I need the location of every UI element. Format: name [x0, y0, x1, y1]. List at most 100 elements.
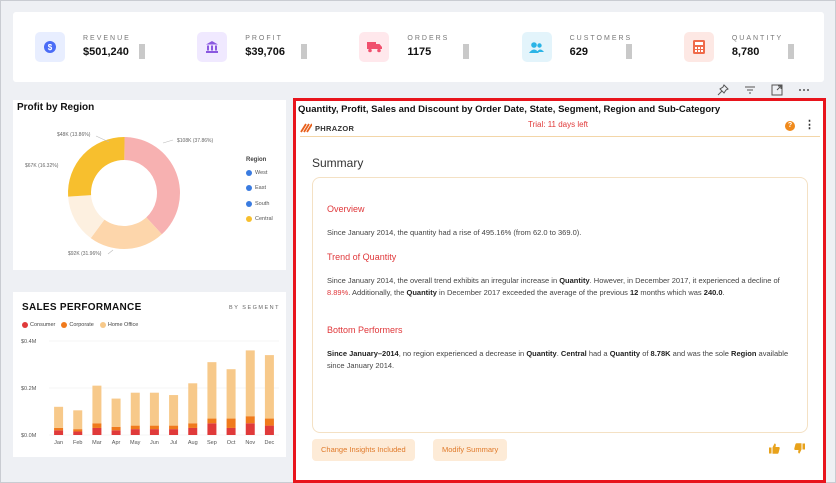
kpi-value: 8,780 [731, 46, 760, 58]
bar-segment-consumer[interactable] [149, 429, 159, 435]
bank-icon [197, 32, 228, 62]
bar-segment-home-office[interactable] [130, 392, 140, 426]
bar-segment-corporate[interactable] [207, 418, 217, 424]
y-tick-label: $0.2M [21, 386, 37, 392]
legend-item-south[interactable]: South [246, 201, 269, 207]
legend-item-west[interactable]: West [246, 170, 267, 176]
summary-heading: Summary [312, 156, 364, 170]
bar-segment-consumer[interactable] [111, 430, 121, 435]
insight-box: Overview Since January 2014, the quantit… [312, 177, 808, 433]
bar-segment-corporate[interactable] [111, 426, 121, 431]
bar-segment-home-office[interactable] [188, 383, 198, 424]
sales-performance-chart: $0.0M $0.2M $0.4M Jan Feb Mar Apr May Jun Jul Aug S… [21, 339, 279, 446]
filter-icon[interactable] [743, 83, 757, 97]
trend-text: Since January 2014, the overall trend ex… [327, 276, 780, 297]
donut-data-label: $67K (16.32%) [25, 163, 59, 169]
donut-slice-central[interactable] [68, 137, 125, 197]
legend-dot [246, 216, 252, 222]
profit-by-region-card: Profit by Region $108K (37.86%) $92K (31.… [13, 100, 286, 270]
legend-dot [246, 170, 252, 176]
svg-text:$: $ [48, 43, 53, 52]
bar-segment-consumer[interactable] [188, 427, 198, 435]
bar-segment-home-office[interactable] [207, 362, 217, 419]
legend-item-east[interactable]: East [246, 185, 266, 191]
bar-segment-corporate[interactable] [245, 416, 255, 424]
bar-segment-consumer[interactable] [169, 429, 179, 435]
pin-icon[interactable] [716, 83, 730, 97]
visual-toolbar [716, 82, 811, 98]
kpi-sparkbar [301, 44, 308, 59]
x-tick-label: Mar [92, 440, 102, 446]
bar-segment-home-office[interactable] [264, 355, 274, 419]
kpi-sparkbar [787, 44, 794, 59]
bar-segment-consumer[interactable] [226, 427, 236, 435]
legend-title: Region [246, 157, 267, 163]
bar-segment-consumer[interactable] [73, 431, 83, 435]
users-icon [521, 32, 552, 62]
overview-title: Overview [327, 204, 365, 214]
bar-segment-corporate[interactable] [226, 418, 236, 428]
kpi-label: CUSTOMERS [569, 35, 633, 42]
phrazor-logo-icon [300, 123, 312, 133]
kpi-orders: ORDERS 1175 [337, 12, 499, 82]
bar-segment-consumer[interactable] [245, 423, 255, 435]
donut-slice-west[interactable] [124, 137, 181, 235]
x-tick-label: May [130, 440, 141, 446]
y-tick-label: $0.0M [21, 433, 37, 439]
kpi-revenue: $ REVENUE $501,240 [13, 12, 175, 82]
bar-segment-corporate[interactable] [130, 425, 140, 430]
bar-segment-corporate[interactable] [149, 425, 159, 430]
focus-mode-icon[interactable] [770, 83, 784, 97]
bar-segment-consumer[interactable] [92, 427, 102, 435]
kpi-profit: PROFIT $39,706 [175, 12, 337, 82]
donut-data-label: $48K (13.86%) [57, 132, 91, 138]
x-tick-label: Aug [188, 440, 198, 446]
x-tick-label: Apr [112, 440, 121, 446]
bar-segment-consumer[interactable] [207, 423, 217, 435]
kpi-quantity: QUANTITY 8,780 [662, 12, 824, 82]
change-insights-button[interactable]: Change Insights Included [312, 439, 415, 461]
bar-segment-corporate[interactable] [264, 418, 274, 426]
bar-segment-home-office[interactable] [169, 395, 179, 426]
donut-leader-line [95, 135, 110, 143]
modify-summary-button[interactable]: Modify Summary [433, 439, 508, 461]
y-tick-label: $0.4M [21, 339, 37, 345]
more-options-icon[interactable] [797, 83, 811, 97]
kpi-label: QUANTITY [731, 35, 784, 42]
bar-segment-corporate[interactable] [92, 423, 102, 428]
legend-dot [246, 185, 252, 191]
x-tick-label: Dec [265, 440, 275, 446]
legend-label: East [255, 185, 267, 191]
bar-segment-corporate[interactable] [188, 423, 198, 428]
bar-segment-corporate[interactable] [54, 427, 64, 431]
kpi-sparkbar [139, 44, 145, 59]
bar-segment-corporate[interactable] [169, 425, 179, 430]
bar-segment-home-office[interactable] [54, 406, 64, 428]
bar-segment-consumer[interactable] [130, 429, 140, 435]
thumbs-up-icon[interactable] [768, 443, 780, 455]
bar-segment-home-office[interactable] [226, 369, 236, 419]
bar-segment-home-office[interactable] [111, 398, 121, 427]
legend-item-central[interactable]: Central [246, 216, 273, 222]
bar-segment-corporate[interactable] [73, 429, 83, 432]
header-divider [300, 136, 820, 137]
x-tick-label: Jul [170, 440, 177, 446]
bar-segment-home-office[interactable] [73, 410, 83, 430]
bar-segment-home-office[interactable] [245, 350, 255, 417]
thumbs-down-icon[interactable] [793, 443, 805, 455]
kpi-customers: CUSTOMERS 629 [500, 12, 662, 82]
bar-segment-home-office[interactable] [92, 385, 102, 424]
donut-leader-line [107, 249, 114, 255]
bottom-performers-title: Bottom Performers [327, 325, 403, 335]
bar-segment-consumer[interactable] [264, 425, 274, 435]
bar-segment-home-office[interactable] [149, 392, 159, 426]
bar-segment-consumer[interactable] [54, 430, 64, 435]
help-icon[interactable]: ? [785, 121, 795, 131]
kebab-menu-icon[interactable]: ⋮ [804, 120, 815, 131]
legend-label: Central [255, 216, 273, 222]
legend-dot [246, 201, 252, 207]
sales-performance-card: SALES PERFORMANCE BY SEGMENT Consumer Co… [13, 292, 286, 457]
overview-text: Since January 2014, the quantity had a r… [327, 228, 582, 237]
x-tick-label: Nov [245, 440, 255, 446]
trial-notice: Trial: 11 days left [528, 120, 589, 129]
